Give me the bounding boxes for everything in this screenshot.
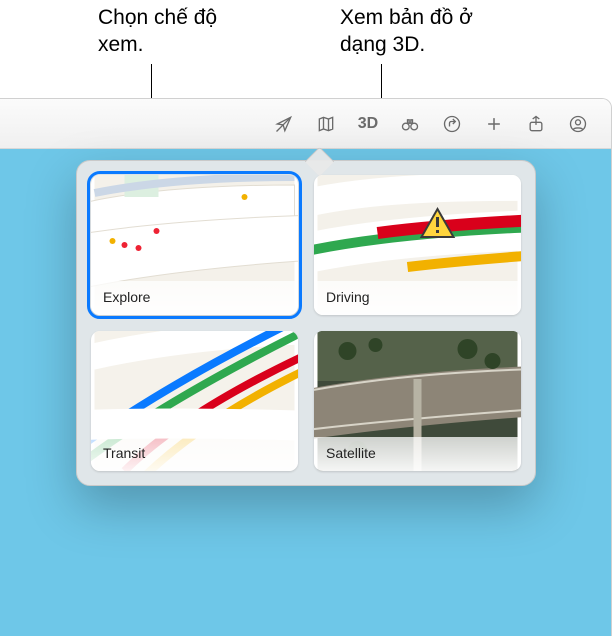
view-3d-button[interactable]: 3D [349,109,387,139]
directions-icon[interactable] [433,109,471,139]
map-mode-satellite[interactable]: Satellite [314,331,521,471]
share-icon[interactable] [517,109,555,139]
location-arrow-icon[interactable] [265,109,303,139]
callout-view-3d: Xem bản đồ ở dạng 3D. [340,4,520,59]
callout-choose-view: Chọn chế độ xem. [98,4,258,59]
map-mode-transit[interactable]: Transit [91,331,298,471]
account-icon[interactable] [559,109,597,139]
map-mode-icon[interactable] [307,109,345,139]
map-mode-popover: Explore Driving [76,160,536,486]
binoculars-icon[interactable] [391,109,429,139]
toolbar: 3D [0,99,611,149]
map-mode-label: Satellite [314,437,521,471]
plus-icon[interactable] [475,109,513,139]
map-mode-label: Transit [91,437,298,471]
map-mode-driving[interactable]: Driving [314,175,521,315]
map-mode-label: Explore [91,281,298,315]
map-mode-label: Driving [314,281,521,315]
map-mode-explore[interactable]: Explore [91,175,298,315]
